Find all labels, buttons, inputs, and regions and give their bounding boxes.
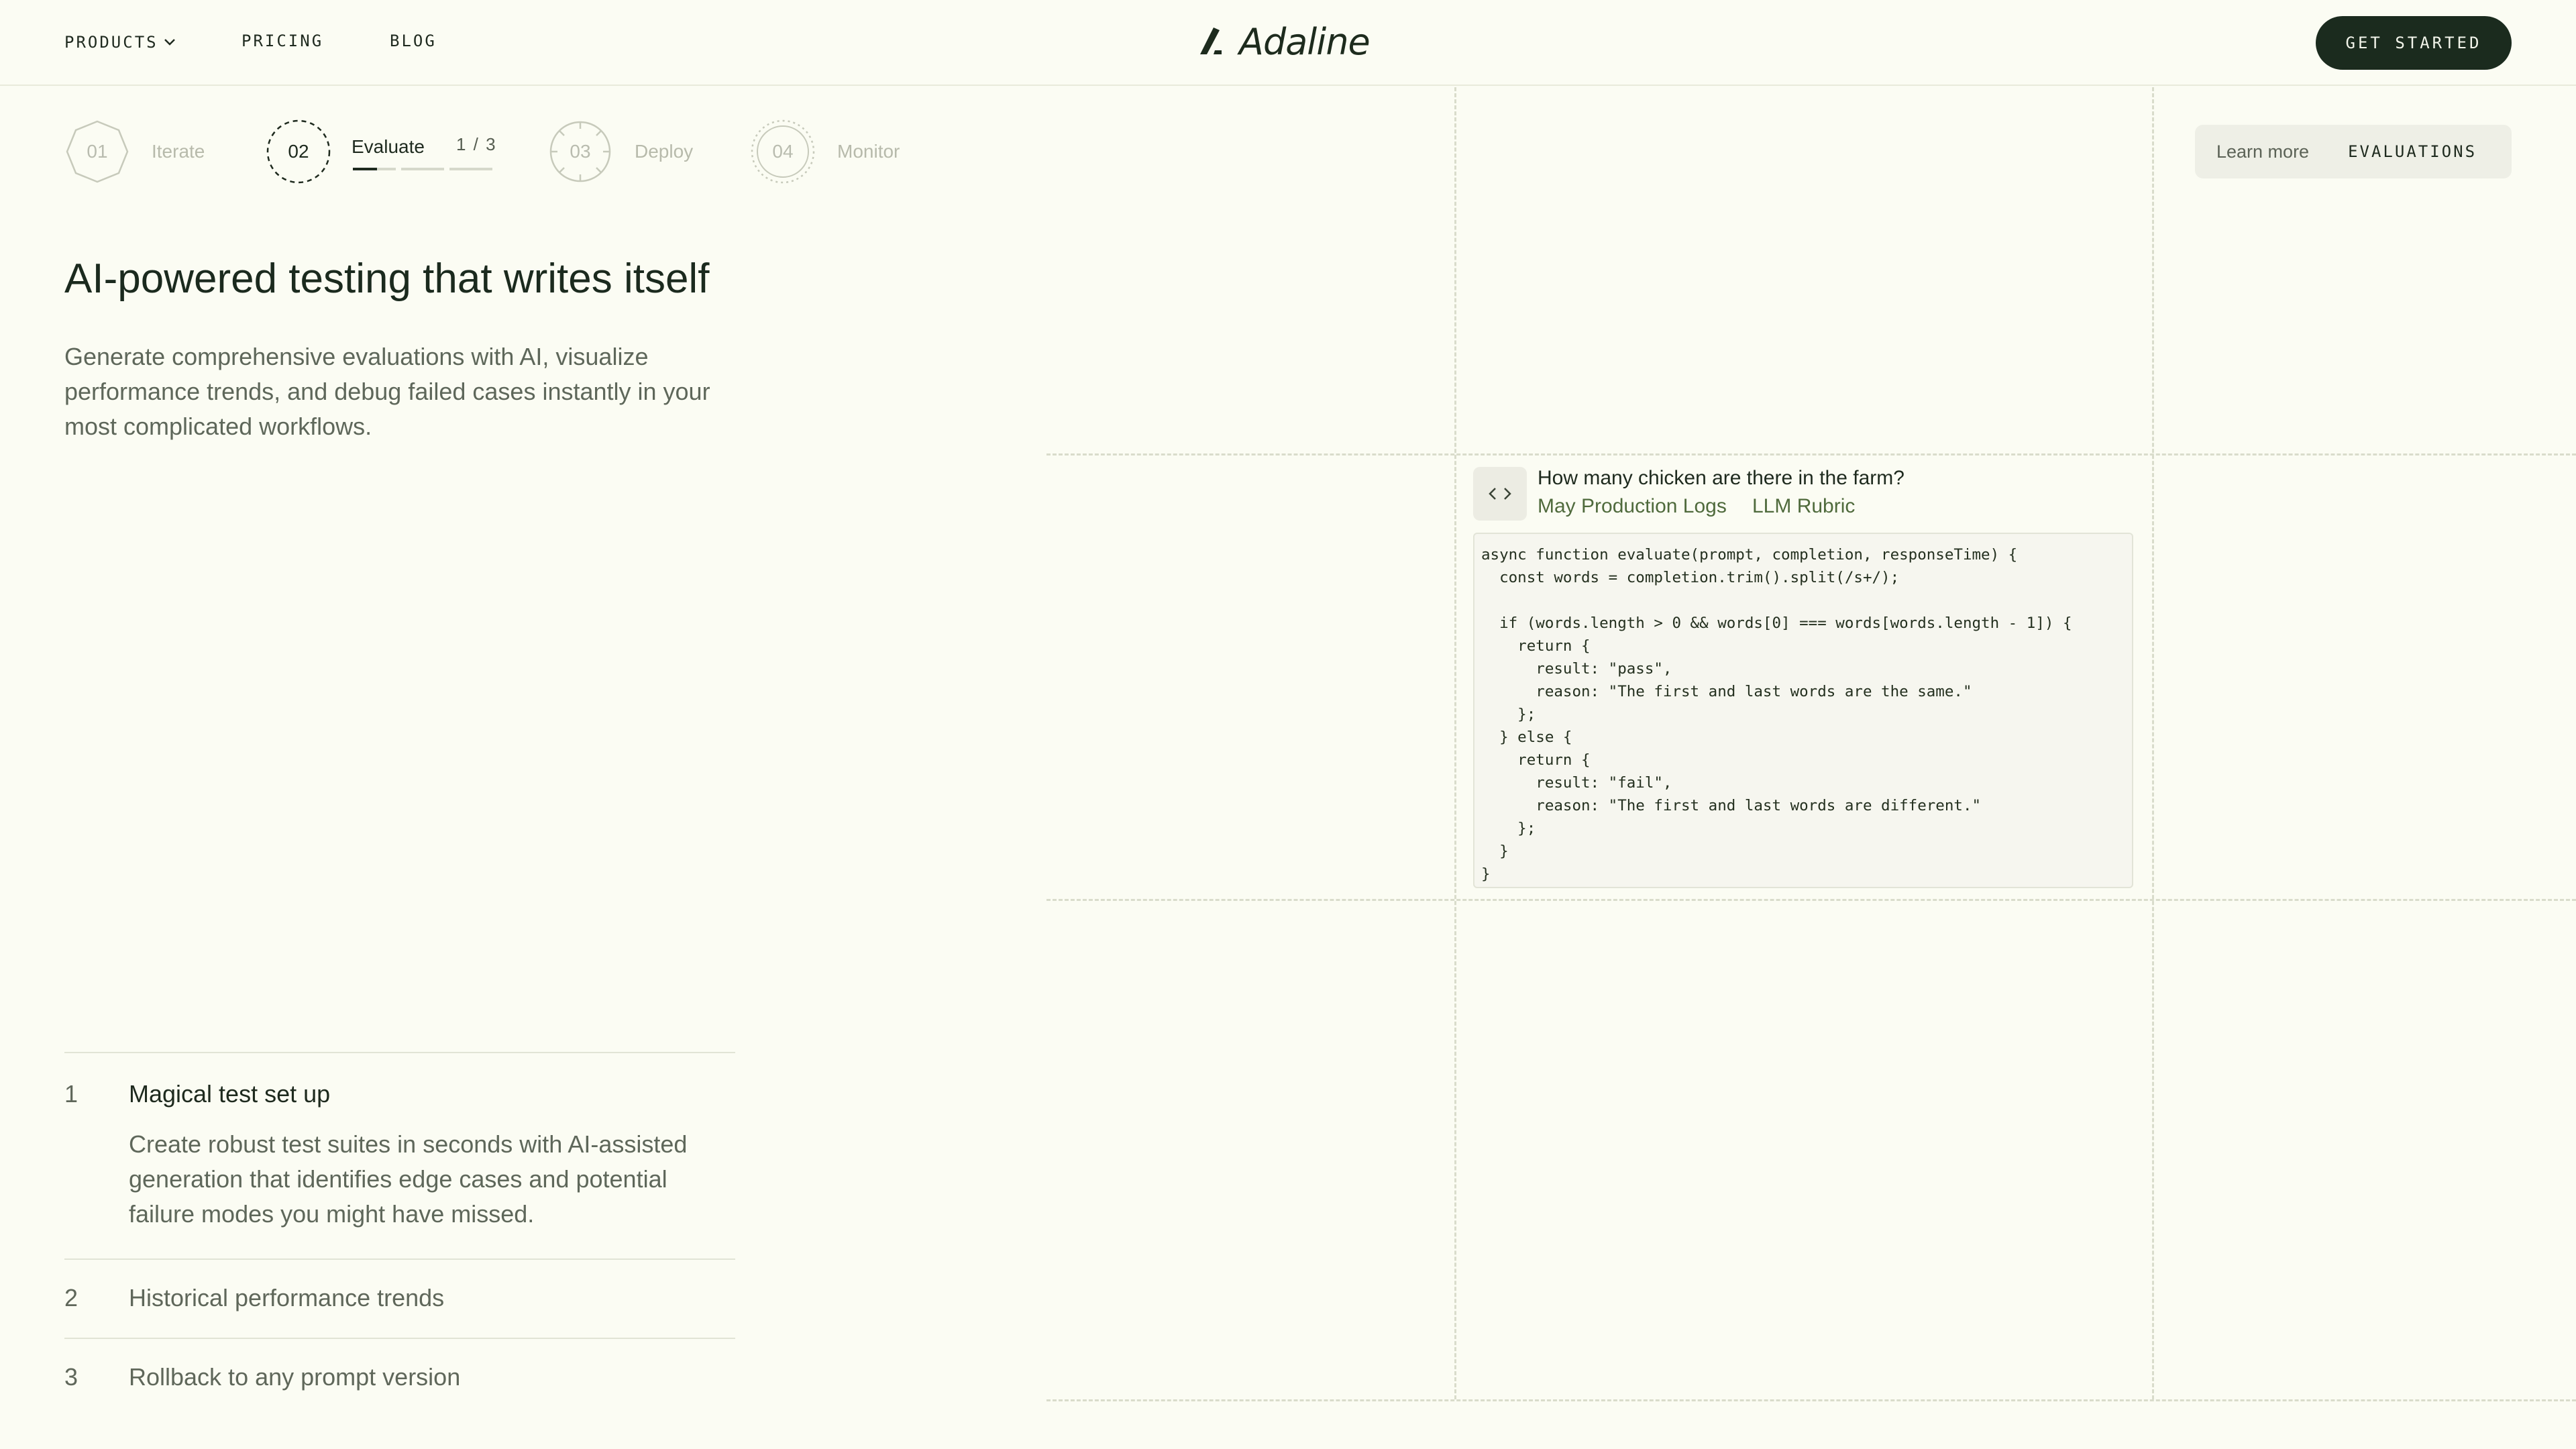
feature-body: Create robust test suites in seconds wit… — [129, 1130, 688, 1228]
page-description: Generate comprehensive evaluations with … — [64, 343, 710, 440]
feature-item[interactable]: 3 Rollback to any prompt version — [64, 1338, 735, 1417]
feature-number: 3 — [64, 1363, 78, 1391]
step-evaluate[interactable]: 02 Evaluate — [266, 118, 425, 185]
step-number: 02 — [288, 141, 309, 162]
dataset-tag[interactable]: May Production Logs — [1538, 495, 1727, 518]
feature-title: Historical performance trends — [129, 1284, 445, 1311]
get-started-button[interactable]: GET STARTED — [2316, 16, 2512, 70]
step-sub-counter: 1 / 3 — [456, 134, 497, 154]
logo-mark-icon — [1197, 25, 1224, 59]
step-badge: 03 — [547, 119, 613, 184]
step-monitor[interactable]: 04 Monitor — [750, 118, 900, 185]
code-snippet: async function evaluate(prompt, completi… — [1473, 533, 2133, 888]
step-number: 04 — [772, 141, 794, 162]
evaluator-tag[interactable]: LLM Rubric — [1752, 495, 1855, 518]
feature-item[interactable]: 1 Magical test set up Create robust test… — [64, 1052, 735, 1258]
sub-progress-segment-active — [353, 168, 377, 170]
nav-products[interactable]: PRODUCTS — [64, 32, 176, 52]
sub-progress-segment — [377, 168, 396, 170]
grid-line — [1046, 899, 2576, 901]
feature-title: Rollback to any prompt version — [129, 1363, 461, 1391]
sub-progress-segment — [449, 168, 492, 170]
chevron-down-icon — [164, 32, 176, 50]
feature-title: Magical test set up — [129, 1080, 331, 1108]
sub-progress-segment — [401, 168, 444, 170]
step-label: Monitor — [837, 141, 900, 162]
feature-list: 1 Magical test set up Create robust test… — [64, 1052, 735, 1417]
nav-blog[interactable]: BLOG — [390, 32, 437, 50]
learn-more-link[interactable]: Learn more — [2216, 142, 2309, 162]
step-label: Iterate — [152, 141, 205, 162]
step-badge: 01 — [64, 119, 130, 184]
grid-line — [2152, 87, 2154, 1399]
step-badge: 04 — [750, 119, 816, 184]
top-nav: PRODUCTS PRICING BLOG Adaline GET STARTE… — [0, 0, 2576, 86]
grid-line — [1046, 453, 2576, 455]
step-deploy[interactable]: 03 Deploy — [547, 118, 693, 185]
brand-logo[interactable]: Adaline — [1197, 20, 1371, 63]
step-iterate[interactable]: 01 Iterate — [64, 118, 205, 185]
nav-products-label: PRODUCTS — [64, 33, 158, 52]
section-tag: EVALUATIONS — [2348, 142, 2477, 161]
code-brackets-icon — [1473, 467, 1527, 521]
logo-text: Adaline — [1239, 20, 1371, 63]
page-title: AI-powered testing that writes itself — [64, 256, 710, 302]
step-badge: 02 — [266, 119, 331, 184]
code-text: async function evaluate(prompt, completi… — [1481, 546, 2072, 883]
feature-number: 2 — [64, 1284, 78, 1311]
step-label: Deploy — [635, 141, 694, 162]
feature-item[interactable]: 2 Historical performance trends — [64, 1258, 735, 1338]
grid-line — [1454, 87, 1456, 1399]
learn-more-panel: Learn more EVALUATIONS — [2195, 125, 2512, 178]
feature-number: 1 — [64, 1080, 78, 1108]
step-label: Evaluate — [352, 136, 425, 157]
step-number: 03 — [570, 141, 591, 162]
nav-pricing[interactable]: PRICING — [241, 32, 323, 50]
grid-line — [1046, 1399, 2576, 1401]
step-number: 01 — [87, 141, 108, 162]
eval-question: How many chicken are there in the farm? — [1538, 467, 1904, 489]
